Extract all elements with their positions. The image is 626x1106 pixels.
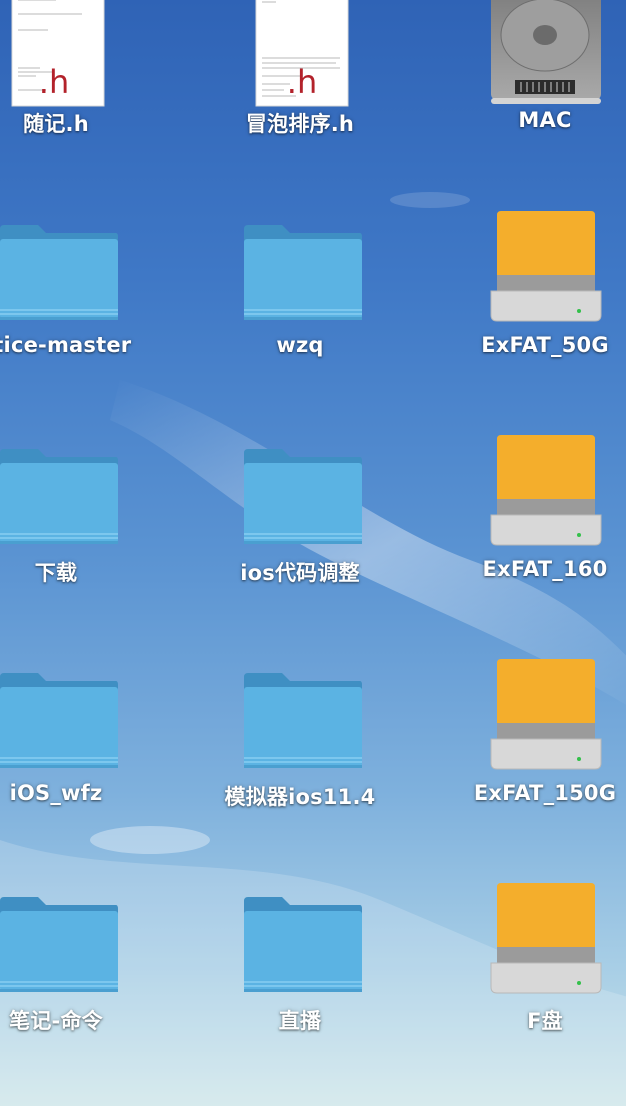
header-file-icon: .h	[255, 0, 349, 107]
icon-label: ExFAT_150G	[473, 781, 617, 805]
desktop-icon-folder-ios-wfz[interactable]: iOS_wfz	[0, 653, 156, 853]
icon-label: ios代码调整	[240, 561, 360, 585]
desktop-icon-folder-downloads[interactable]: 下载	[0, 429, 156, 629]
external-drive-icon	[490, 211, 602, 322]
folder-icon	[0, 673, 118, 768]
icon-label: ExFAT_160	[482, 557, 608, 581]
desktop-icon-folder-live[interactable]: 直播	[200, 877, 400, 1077]
icon-label: 下载	[34, 561, 78, 585]
desktop-icon-drive-f[interactable]: F盘	[445, 877, 626, 1077]
external-drive-icon	[490, 659, 602, 770]
svg-text:.h: .h	[39, 63, 69, 101]
desktop-icon-drive-exfat-150g[interactable]: ExFAT_150G	[445, 653, 626, 853]
folder-icon	[0, 897, 118, 992]
icon-label: F盘	[527, 1009, 563, 1033]
desktop-icon-folder-ctice-master[interactable]: ctice-master	[0, 205, 156, 405]
icon-label: 冒泡排序.h	[245, 112, 355, 136]
icon-label: 随记.h	[23, 112, 89, 136]
folder-icon	[244, 225, 362, 320]
external-drive-icon	[490, 883, 602, 994]
hard-disk-icon	[491, 0, 601, 104]
icon-label: wzq	[276, 333, 324, 357]
icon-label: 笔记-命令	[9, 1009, 103, 1033]
desktop-icon-folder-wzq[interactable]: wzq	[200, 205, 400, 405]
icon-label: iOS_wfz	[9, 781, 103, 805]
folder-icon	[0, 225, 118, 320]
icon-label: ctice-master	[0, 333, 132, 357]
desktop-icon-drive-exfat-50g[interactable]: ExFAT_50G	[445, 205, 626, 405]
folder-icon	[244, 449, 362, 544]
folder-icon	[0, 449, 118, 544]
icon-label: ExFAT_50G	[481, 333, 609, 357]
desktop-icon-mac[interactable]: MAC	[445, 0, 626, 180]
header-file-icon: .h	[11, 0, 105, 107]
desktop-icon-folder-simulator[interactable]: 模拟器ios11.4	[200, 653, 400, 853]
svg-text:.h: .h	[287, 63, 317, 101]
folder-icon	[244, 897, 362, 992]
desktop-icon-maopao-h[interactable]: .h 冒泡排序.h	[200, 0, 400, 180]
icon-label: MAC	[518, 108, 572, 132]
desktop-icon-suiji-h[interactable]: .h 随记.h	[0, 0, 156, 180]
folder-icon	[244, 673, 362, 768]
desktop-icon-folder-notes[interactable]: 笔记-命令	[0, 877, 156, 1077]
icon-label: 模拟器ios11.4	[224, 785, 376, 809]
desktop-icon-folder-ios-code[interactable]: ios代码调整	[200, 429, 400, 629]
external-drive-icon	[490, 435, 602, 546]
desktop-icon-drive-exfat-160[interactable]: ExFAT_160	[445, 429, 626, 629]
icon-label: 直播	[278, 1009, 322, 1033]
